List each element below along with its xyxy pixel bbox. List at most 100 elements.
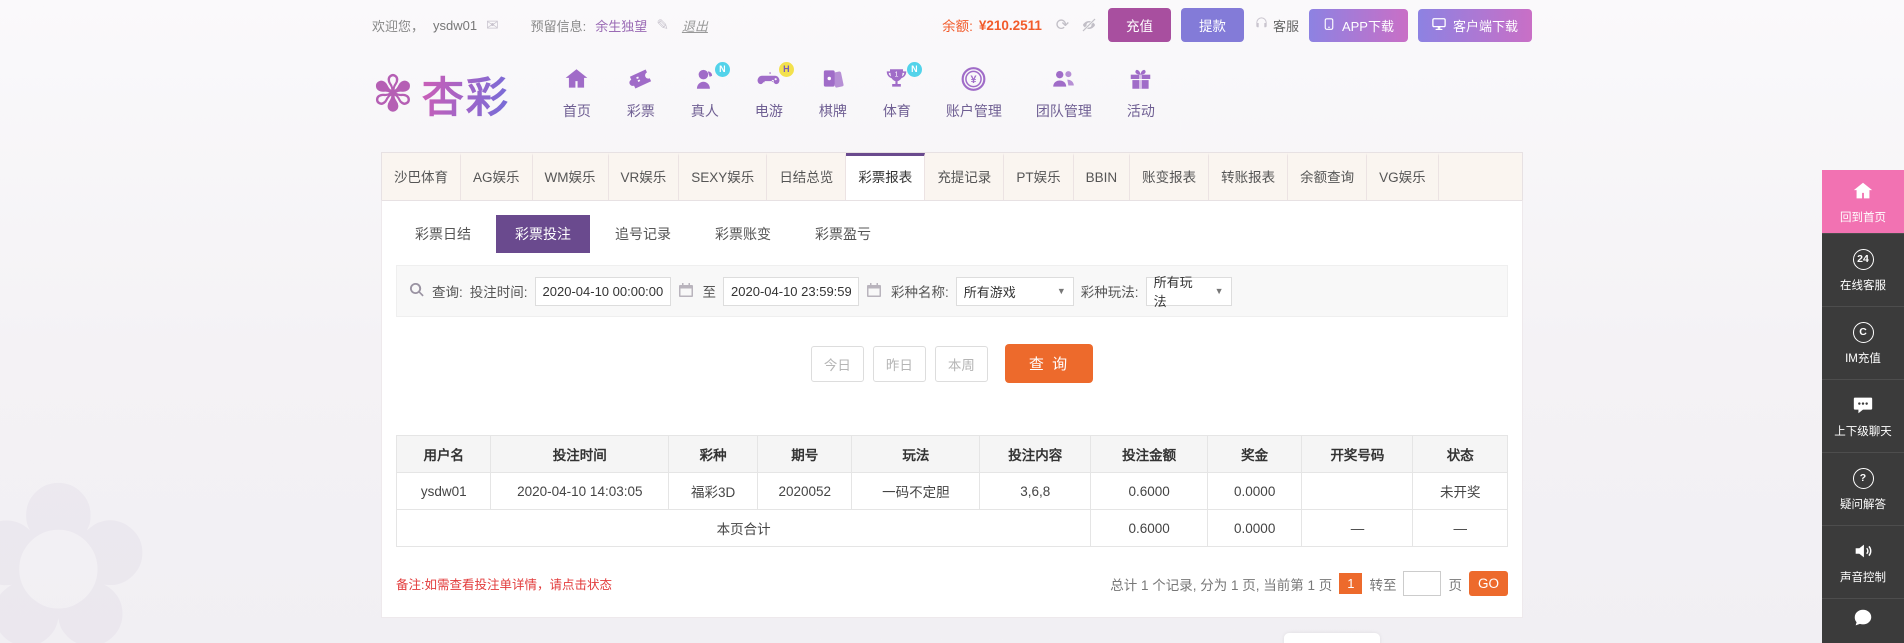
home-icon (563, 66, 590, 97)
sidebar-item-faq[interactable]: ? 疑问解答 (1822, 453, 1904, 526)
page-number-input[interactable] (1403, 571, 1442, 596)
tab-ag[interactable]: AG娱乐 (461, 153, 533, 200)
tab-pt[interactable]: PT娱乐 (1004, 153, 1074, 200)
nav-item-lottery[interactable]: 彩票 (626, 68, 656, 121)
summary-dash: — (1412, 509, 1508, 547)
logout-link[interactable]: 退出 (682, 16, 708, 35)
cell-status-link[interactable]: 未开奖 (1412, 472, 1508, 510)
refresh-icon[interactable]: ⟳ (1054, 17, 1071, 34)
customer-service-label: 客服 (1272, 18, 1299, 34)
chat-bubble-icon (1851, 606, 1875, 630)
question-icon: ? (1851, 466, 1875, 490)
tab-account-change-report[interactable]: 账变报表 (1130, 153, 1210, 200)
withdraw-button[interactable]: 提款 (1180, 8, 1244, 42)
tab-shaba-sports[interactable]: 沙巴体育 (382, 153, 461, 200)
subtab-lottery-account-change[interactable]: 彩票账变 (696, 215, 790, 253)
query-bar: 查询: 投注时间: 至 彩种名称: 所有游戏 ▼ 彩种玩法: 所有玩法 ▼ (396, 265, 1508, 317)
coin-icon: ¥ (960, 66, 987, 97)
bet-time-label: 投注时间: (469, 285, 528, 300)
nav-item-sports[interactable]: 1 N 体育 (882, 61, 922, 121)
sidebar-item-online-service[interactable]: 24 在线客服 (1822, 234, 1904, 307)
nav-label: 棋牌 (818, 102, 847, 119)
summary-row: 本页合计 0.6000 0.0000 — — (395, 509, 1508, 547)
nav-item-egames[interactable]: H 电游 (754, 61, 794, 121)
sidebar-item-label: 在线客服 (1840, 280, 1886, 292)
main-nav: 首页 彩票 N 真人 H 电游 棋牌 1 N 体育 ¥ 账户管理 团队管理 活动 (562, 61, 1156, 121)
tab-transfer-report[interactable]: 转账报表 (1209, 153, 1289, 200)
col-play: 玩法 (851, 435, 981, 473)
welcome-label: 欢迎您， (372, 18, 425, 34)
calendar-icon[interactable] (866, 282, 884, 300)
nav-label: 首页 (562, 102, 591, 119)
balance-value: ¥210.2511 (978, 17, 1042, 33)
cell-bet-amount: 0.6000 (1090, 472, 1208, 510)
sidebar-item-sound-control[interactable]: 声音控制 (1822, 526, 1904, 599)
sidebar-item-chat-bubble[interactable] (1822, 599, 1904, 643)
sidebar-item-im-recharge[interactable]: C IM充值 (1822, 307, 1904, 380)
headset-icon (1254, 16, 1269, 34)
cell-lottery-type: 福彩3D (668, 472, 759, 510)
nav-item-live[interactable]: N 真人 (690, 61, 730, 121)
bet-time-to-input[interactable] (723, 276, 860, 306)
tab-vr[interactable]: VR娱乐 (609, 153, 680, 200)
edit-icon[interactable]: ✎ (656, 16, 669, 34)
flower-watermark: ✿ (0, 438, 155, 643)
nav-item-poker[interactable]: 棋牌 (818, 68, 848, 121)
nav-badge-n: N (906, 61, 922, 77)
go-button[interactable]: GO (1468, 571, 1508, 596)
today-button[interactable]: 今日 (810, 345, 864, 382)
site-logo[interactable]: ✾ 杏彩 (372, 64, 510, 125)
tab-bbin[interactable]: BBIN (1074, 153, 1131, 200)
panel-footer: 备注:如需查看投注单详情，请点击状态 总计 1 个记录, 分为 1 页, 当前第… (396, 571, 1508, 596)
tab-lottery-report[interactable]: 彩票报表 (846, 153, 926, 200)
svg-text:¥: ¥ (971, 74, 977, 86)
nav-item-account[interactable]: ¥ 账户管理 (946, 66, 1002, 121)
subtab-lottery-daily[interactable]: 彩票日结 (396, 215, 490, 253)
nav-label: 电游 (754, 102, 783, 119)
tab-balance-query[interactable]: 余额查询 (1288, 153, 1368, 200)
service-24-icon: 24 (1851, 247, 1875, 271)
eye-off-icon[interactable] (1081, 17, 1098, 34)
tab-sexy[interactable]: SEXY娱乐 (679, 153, 768, 200)
yesterday-button[interactable]: 昨日 (872, 345, 926, 382)
play-type-label: 彩种玩法: (1080, 285, 1139, 300)
game-select[interactable]: 所有游戏 ▼ (955, 276, 1074, 306)
sidebar-item-back-home[interactable]: 回到首页 (1822, 170, 1904, 234)
subtab-lottery-bets[interactable]: 彩票投注 (496, 215, 590, 253)
play-type-select[interactable]: 所有玩法 ▼ (1145, 275, 1232, 309)
play-type-select-value: 所有玩法 (1153, 275, 1193, 309)
to-label: 至 (702, 285, 717, 300)
page-1-badge[interactable]: 1 (1339, 573, 1363, 594)
nav-item-team[interactable]: 团队管理 (1036, 68, 1092, 121)
note-text: 备注:如需查看投注单详情，请点击状态 (396, 578, 612, 592)
customer-service-link[interactable]: 客服 (1254, 16, 1299, 35)
rose-logo-icon: ✾ (372, 66, 414, 122)
nav-label: 体育 (882, 102, 911, 119)
nav-label: 团队管理 (1035, 102, 1092, 119)
reserved-info-label: 预留信息: (530, 18, 587, 34)
tab-deposit-withdraw-record[interactable]: 充提记录 (925, 153, 1005, 200)
sidebar-item-chat[interactable]: 上下级聊天 (1822, 380, 1904, 453)
table-header-row: 用户名 投注时间 彩种 期号 玩法 投注内容 投注金额 奖金 开奖号码 状态 (395, 435, 1508, 473)
sidebar-item-label: 上下级聊天 (1834, 426, 1892, 438)
nav-item-home[interactable]: 首页 (562, 68, 592, 121)
recharge-button[interactable]: 充值 (1107, 8, 1171, 42)
tab-daily-summary[interactable]: 日结总览 (767, 153, 847, 200)
topbar: 欢迎您， ysdw01 ✉ 预留信息: 余生独望 ✎ 退出 余额: ¥210.2… (0, 0, 1904, 50)
subtab-lottery-profit[interactable]: 彩票盈亏 (796, 215, 890, 253)
username: ysdw01 (433, 17, 478, 33)
cell-bet-time: 2020-04-10 14:03:05 (490, 472, 670, 510)
this-week-button[interactable]: 本周 (934, 345, 988, 382)
search-button[interactable]: 查 询 (1004, 344, 1094, 383)
report-tabbar: 沙巴体育 AG娱乐 WM娱乐 VR娱乐 SEXY娱乐 日结总览 彩票报表 充提记… (381, 152, 1523, 200)
sidebar-item-label: 疑问解答 (1840, 499, 1886, 511)
calendar-icon[interactable] (678, 282, 696, 300)
client-download-button[interactable]: 客户端下载 (1417, 8, 1532, 42)
bet-time-from-input[interactable] (534, 276, 671, 306)
tab-vg[interactable]: VG娱乐 (1367, 153, 1439, 200)
subtab-chase-record[interactable]: 追号记录 (596, 215, 690, 253)
envelope-icon[interactable]: ✉ (486, 16, 499, 34)
tab-wm[interactable]: WM娱乐 (533, 153, 609, 200)
app-download-button[interactable]: APP下载 (1308, 8, 1408, 42)
nav-item-promotions[interactable]: 活动 (1126, 68, 1156, 121)
